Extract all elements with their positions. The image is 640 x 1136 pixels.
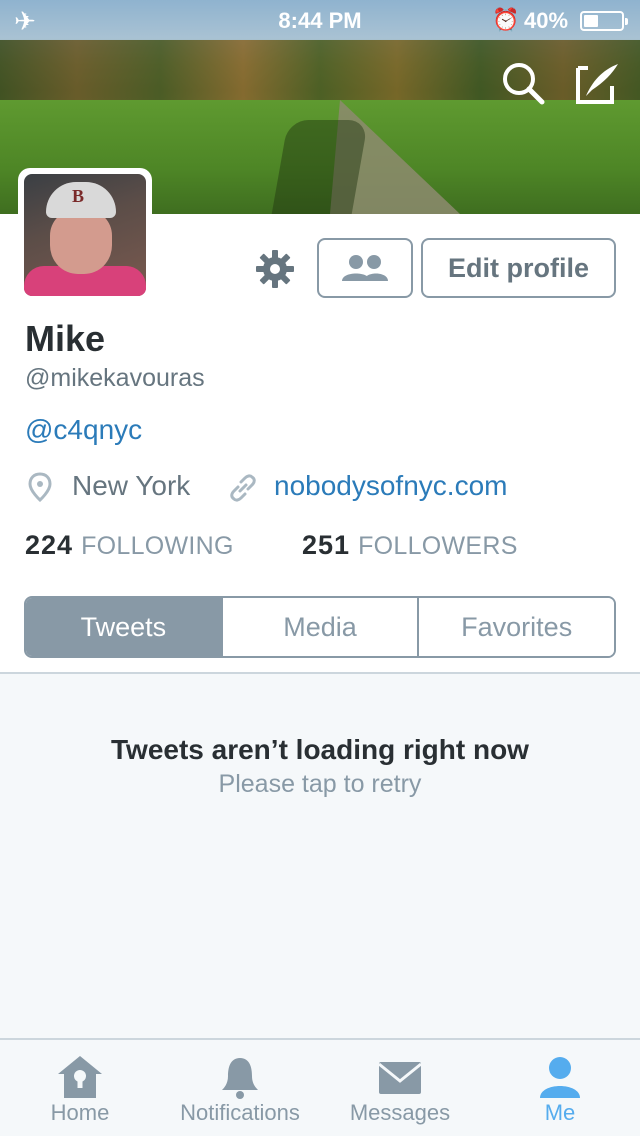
followers-stat[interactable]: 251 FOLLOWERS: [302, 530, 518, 561]
settings-button[interactable]: [254, 248, 296, 290]
tab-tweets[interactable]: Tweets: [26, 598, 221, 656]
bell-icon: [222, 1058, 258, 1099]
compose-tweet-button[interactable]: [574, 60, 620, 106]
profile-website-link[interactable]: nobodysofnyc.com: [274, 470, 507, 502]
profile-handle: @mikekavouras: [25, 364, 205, 392]
timeline-retry-text[interactable]: Please tap to retry: [0, 770, 640, 799]
people-button[interactable]: [317, 238, 413, 298]
search-icon: [503, 63, 545, 105]
tabbar-messages-label: Messages: [349, 1100, 451, 1125]
bio-mention-link[interactable]: @c4qnyc: [25, 414, 142, 446]
tabbar-messages[interactable]: Messages: [320, 1040, 480, 1136]
tabbar-notifications[interactable]: Notifications: [160, 1040, 320, 1136]
tab-favorites[interactable]: Favorites: [417, 598, 614, 656]
battery-fill: [584, 15, 598, 27]
following-count: 224: [25, 530, 74, 560]
battery-nub: [625, 18, 628, 25]
avatar-cap: B: [46, 182, 116, 218]
search-button[interactable]: [500, 60, 546, 106]
people-icon: [342, 255, 388, 281]
followers-count: 251: [302, 530, 351, 560]
profile-name: Mike: [25, 318, 106, 359]
timeline-retry-area[interactable]: Tweets aren’t loading right now Please t…: [0, 674, 640, 1038]
followers-label: FOLLOWERS: [358, 532, 518, 560]
following-stat[interactable]: 224 FOLLOWING: [25, 530, 234, 561]
tab-media[interactable]: Media: [220, 598, 418, 656]
battery-percent: 40%: [524, 8, 569, 33]
status-bar: ✈ 8:44 PM ⏰ 40%: [0, 0, 640, 40]
edit-profile-button[interactable]: Edit profile: [421, 238, 616, 298]
person-icon: [540, 1057, 580, 1098]
profile-location: New York: [72, 470, 191, 501]
location-pin-icon: [28, 472, 52, 502]
link-icon: [230, 474, 256, 502]
profile-tabs: Tweets Media Favorites: [24, 596, 616, 658]
battery-icon: [580, 11, 628, 31]
avatar-photo: B: [24, 174, 146, 296]
alarm-icon: ⏰: [492, 7, 520, 32]
avatar[interactable]: B: [18, 168, 152, 302]
following-label: FOLLOWING: [81, 532, 234, 560]
tabbar-me[interactable]: Me: [480, 1040, 640, 1136]
home-icon: [58, 1056, 102, 1098]
cap-letter: B: [72, 186, 85, 206]
profile-screen: ✈ 8:44 PM ⏰ 40% B Edit profile Mike @mik…: [0, 0, 640, 1136]
envelope-icon: [378, 1062, 422, 1094]
timeline-error-title: Tweets aren’t loading right now: [111, 734, 529, 765]
tabbar-home[interactable]: Home: [0, 1040, 160, 1136]
banner-shadow: [271, 120, 369, 214]
gear-icon: [256, 250, 294, 288]
tabbar-notifications-label: Notifications: [180, 1100, 300, 1125]
bottom-tab-bar: Home Notifications Messages Me: [0, 1038, 640, 1136]
tabbar-me-label: Me: [544, 1100, 576, 1125]
avatar-face: [50, 210, 112, 274]
compose-tweet-icon: [576, 64, 618, 104]
tabbar-home-label: Home: [50, 1100, 110, 1125]
